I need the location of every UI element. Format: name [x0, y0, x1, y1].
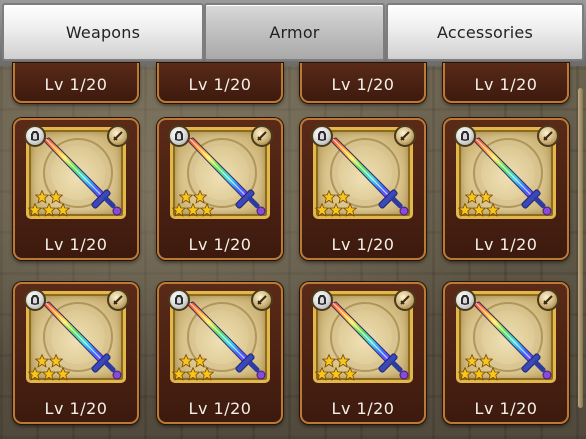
gem-slot-icon	[454, 125, 476, 147]
level-label: Lv 1/20	[44, 235, 108, 254]
item-frame	[168, 289, 273, 386]
scrollbar[interactable]	[578, 88, 583, 408]
equipment-card[interactable]: Lv 1/20	[157, 63, 283, 103]
gem-slot-icon	[311, 289, 333, 311]
equipment-card[interactable]: Lv 1/20	[300, 63, 426, 103]
level-label: Lv 1/20	[474, 75, 538, 94]
tab-weapons[interactable]: Weapons	[2, 3, 204, 61]
tab-armor[interactable]: Armor	[204, 3, 385, 61]
equipment-card[interactable]: Lv 1/20	[157, 282, 283, 424]
rarity-stars	[171, 354, 225, 386]
equipment-card[interactable]: Lv 1/20	[443, 282, 569, 424]
item-frame	[24, 125, 129, 222]
sword-type-icon	[251, 125, 273, 147]
level-label: Lv 1/20	[331, 75, 395, 94]
level-label: Lv 1/20	[188, 399, 252, 418]
rarity-stars	[314, 190, 368, 222]
rarity-stars	[27, 190, 81, 222]
sword-type-icon	[251, 289, 273, 311]
level-label: Lv 1/20	[188, 235, 252, 254]
sword-type-icon	[537, 289, 559, 311]
equipment-card[interactable]: Lv 1/20	[443, 63, 569, 103]
item-frame	[454, 125, 559, 222]
item-frame	[311, 289, 416, 386]
item-frame	[454, 289, 559, 386]
rarity-stars	[171, 190, 225, 222]
level-label: Lv 1/20	[474, 399, 538, 418]
gem-slot-icon	[311, 125, 333, 147]
equipment-card[interactable]: Lv 1/20	[13, 282, 139, 424]
rarity-stars	[314, 354, 368, 386]
sword-type-icon	[394, 125, 416, 147]
sword-type-icon	[107, 125, 129, 147]
rarity-stars	[457, 190, 511, 222]
rarity-stars	[27, 354, 81, 386]
level-label: Lv 1/20	[44, 75, 108, 94]
gem-slot-icon	[168, 125, 190, 147]
sword-type-icon	[394, 289, 416, 311]
gem-slot-icon	[24, 125, 46, 147]
gem-slot-icon	[454, 289, 476, 311]
tab-bar: Weapons Armor Accessories	[0, 0, 586, 66]
level-label: Lv 1/20	[331, 235, 395, 254]
item-frame	[168, 125, 273, 222]
sword-type-icon	[107, 289, 129, 311]
equipment-card[interactable]: Lv 1/20	[443, 118, 569, 260]
gem-slot-icon	[168, 289, 190, 311]
equipment-card[interactable]: Lv 1/20	[300, 118, 426, 260]
level-label: Lv 1/20	[44, 399, 108, 418]
level-label: Lv 1/20	[474, 235, 538, 254]
equipment-card[interactable]: Lv 1/20	[13, 63, 139, 103]
equipment-card[interactable]: Lv 1/20	[157, 118, 283, 260]
item-frame	[311, 125, 416, 222]
equipment-card[interactable]: Lv 1/20	[13, 118, 139, 260]
item-frame	[24, 289, 129, 386]
tab-accessories[interactable]: Accessories	[386, 3, 584, 61]
level-label: Lv 1/20	[188, 75, 252, 94]
rarity-stars	[457, 354, 511, 386]
sword-type-icon	[537, 125, 559, 147]
gem-slot-icon	[24, 289, 46, 311]
level-label: Lv 1/20	[331, 399, 395, 418]
equipment-card[interactable]: Lv 1/20	[300, 282, 426, 424]
